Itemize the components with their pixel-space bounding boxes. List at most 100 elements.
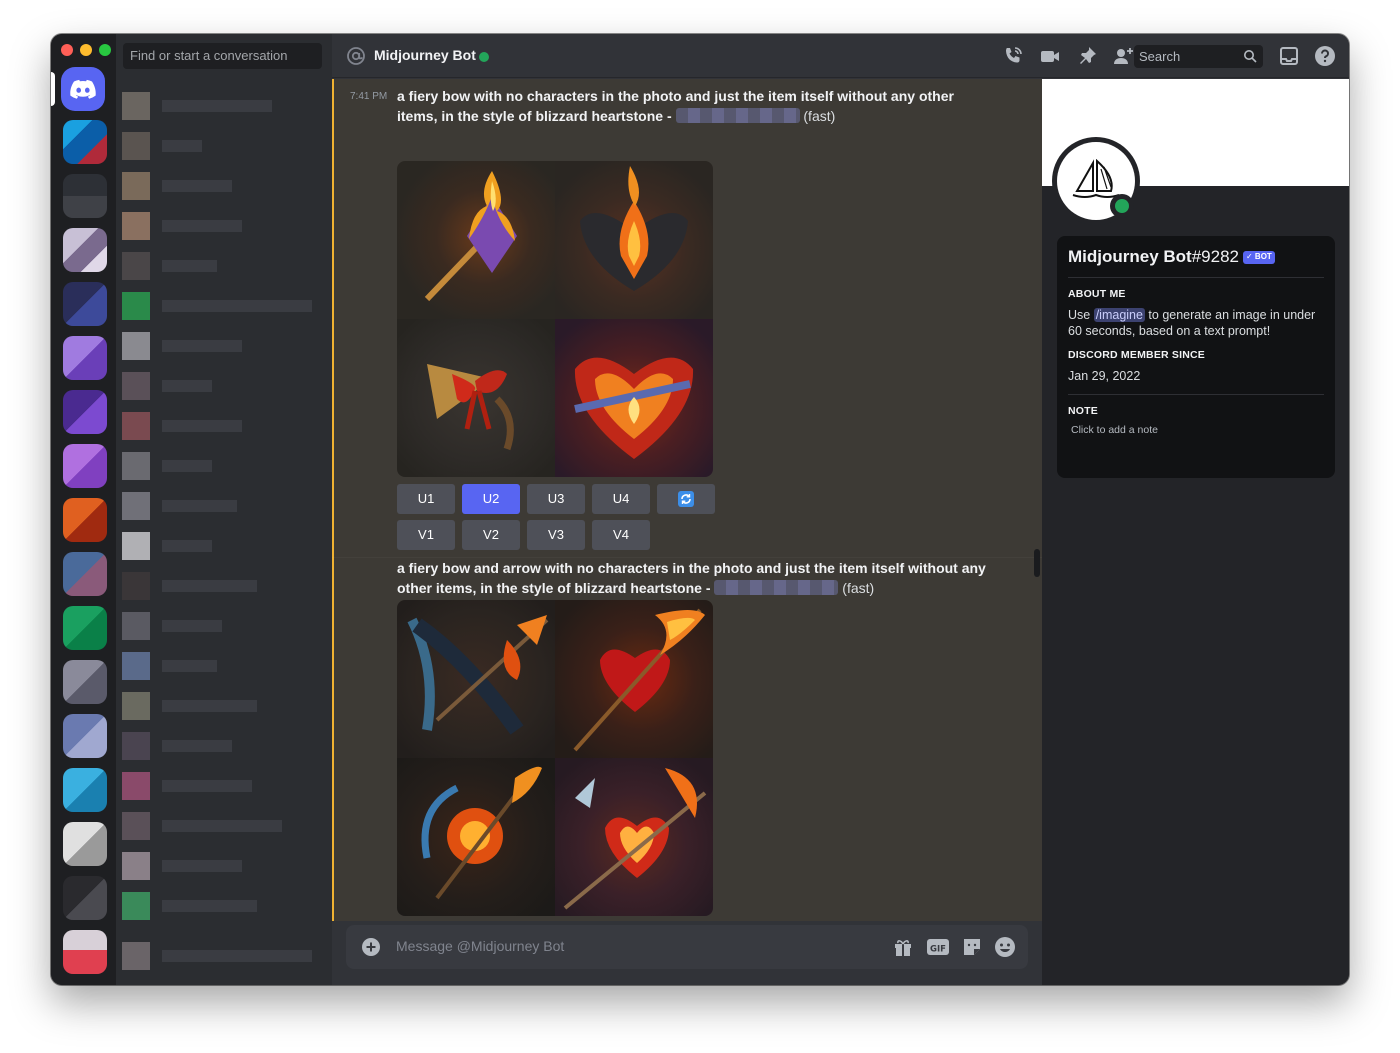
dm-item[interactable] [122, 492, 326, 522]
composer-area: Message @Midjourney Bot GIF [332, 921, 1042, 985]
upscale-4-button[interactable]: U4 [592, 484, 650, 514]
upscale-2-button[interactable]: U2 [462, 484, 520, 514]
server-icon[interactable] [63, 822, 107, 866]
server-icon[interactable] [63, 444, 107, 488]
dm-item[interactable] [122, 92, 326, 122]
mention-highlight-bar [332, 79, 334, 921]
image-grid[interactable] [397, 600, 713, 916]
dm-item[interactable] [122, 532, 326, 562]
find-conversation-search[interactable]: Find or start a conversation [123, 43, 322, 69]
home-button[interactable] [61, 67, 105, 111]
dm-item[interactable] [122, 132, 326, 162]
reroll-button[interactable] [657, 484, 715, 514]
variation-3-button[interactable]: V3 [527, 520, 585, 550]
header-search-input[interactable]: Search [1134, 45, 1263, 68]
sticker-icon[interactable] [961, 936, 983, 958]
message-prompt: a fiery bow with no characters in the ph… [397, 86, 987, 126]
dm-item[interactable] [122, 812, 326, 842]
emoji-icon[interactable] [994, 936, 1016, 958]
generated-image[interactable] [555, 758, 713, 916]
dm-item[interactable] [122, 452, 326, 482]
start-video-call-icon[interactable] [1039, 45, 1061, 67]
dm-item[interactable] [122, 852, 326, 882]
variation-2-button[interactable]: V2 [462, 520, 520, 550]
dm-item[interactable] [122, 892, 326, 922]
server-icon[interactable] [63, 390, 107, 434]
dm-item[interactable] [122, 942, 326, 972]
note-input[interactable]: Click to add a note [1068, 424, 1324, 436]
message-timestamp: 7:41 PM [350, 91, 388, 102]
close-window-button[interactable] [61, 44, 73, 56]
server-icon[interactable] [63, 552, 107, 596]
server-icon[interactable] [63, 228, 107, 272]
add-friends-to-dm-icon[interactable] [1112, 45, 1134, 67]
svg-text:GIF: GIF [930, 945, 946, 955]
server-icon[interactable] [63, 768, 107, 812]
server-icon[interactable] [63, 120, 107, 164]
generated-image[interactable] [555, 600, 713, 758]
dm-item[interactable] [122, 252, 326, 282]
variation-1-button[interactable]: V1 [397, 520, 455, 550]
prompt-text: a fiery bow and arrow with no characters… [397, 560, 986, 596]
dm-item[interactable] [122, 732, 326, 762]
speed-label: (fast) [803, 108, 836, 124]
dm-item[interactable] [122, 572, 326, 602]
dm-item[interactable] [122, 172, 326, 202]
upscale-1-button[interactable]: U1 [397, 484, 455, 514]
profile-card: Midjourney Bot#9282 ✓ BOT ABOUT ME Use /i… [1057, 236, 1335, 478]
imagine-command[interactable]: /imagine [1093, 308, 1145, 322]
server-icon[interactable] [63, 660, 107, 704]
generated-image[interactable] [555, 161, 713, 319]
minimize-window-button[interactable] [80, 44, 92, 56]
search-label: Search [1139, 49, 1181, 64]
server-icon[interactable] [63, 714, 107, 758]
dm-item[interactable] [122, 652, 326, 682]
server-list [51, 34, 116, 985]
server-icon[interactable] [63, 174, 107, 218]
dm-item[interactable] [122, 772, 326, 802]
inbox-icon[interactable] [1278, 45, 1300, 67]
dm-item[interactable] [122, 292, 326, 322]
search-icon [1244, 50, 1257, 63]
server-icon[interactable] [63, 498, 107, 542]
message-input[interactable]: Message @Midjourney Bot GIF [346, 925, 1028, 969]
zoom-window-button[interactable] [99, 44, 111, 56]
start-voice-call-icon[interactable] [1002, 45, 1024, 67]
channel-header: Midjourney Bot Search [332, 34, 1349, 78]
note-heading: NOTE [1068, 405, 1098, 417]
generated-image[interactable] [555, 319, 713, 477]
dm-item[interactable] [122, 212, 326, 242]
server-icon[interactable] [63, 930, 107, 974]
message-prompt: a fiery bow and arrow with no characters… [397, 558, 987, 598]
generated-image[interactable] [397, 758, 555, 916]
message-placeholder: Message @Midjourney Bot [396, 938, 565, 954]
dm-item[interactable] [122, 332, 326, 362]
dm-item[interactable] [122, 372, 326, 402]
gift-icon[interactable] [892, 936, 914, 958]
add-attachment-icon[interactable] [361, 937, 381, 957]
variation-button-row: V1 V2 V3 V4 [397, 520, 650, 550]
upscale-3-button[interactable]: U3 [527, 484, 585, 514]
at-sign-icon [347, 47, 365, 65]
gif-picker-icon[interactable]: GIF [926, 936, 950, 958]
server-icon[interactable] [63, 606, 107, 650]
discord-logo-icon [70, 79, 96, 99]
pinned-messages-icon[interactable] [1076, 45, 1098, 67]
server-icon[interactable] [63, 336, 107, 380]
server-icon[interactable] [63, 876, 107, 920]
dm-item[interactable] [122, 612, 326, 642]
chat-scrollbar[interactable] [1034, 549, 1040, 577]
dm-item[interactable] [122, 412, 326, 442]
divider [1068, 277, 1324, 278]
selected-indicator [51, 72, 55, 106]
variation-4-button[interactable]: V4 [592, 520, 650, 550]
image-grid[interactable] [397, 161, 713, 477]
server-icon[interactable] [63, 282, 107, 326]
refresh-icon [678, 491, 694, 507]
direct-messages-list: Find or start a conversation [116, 34, 332, 985]
generated-image[interactable] [397, 600, 555, 758]
generated-image[interactable] [397, 319, 555, 477]
dm-item[interactable] [122, 692, 326, 722]
help-icon[interactable] [1314, 45, 1336, 67]
generated-image[interactable] [397, 161, 555, 319]
